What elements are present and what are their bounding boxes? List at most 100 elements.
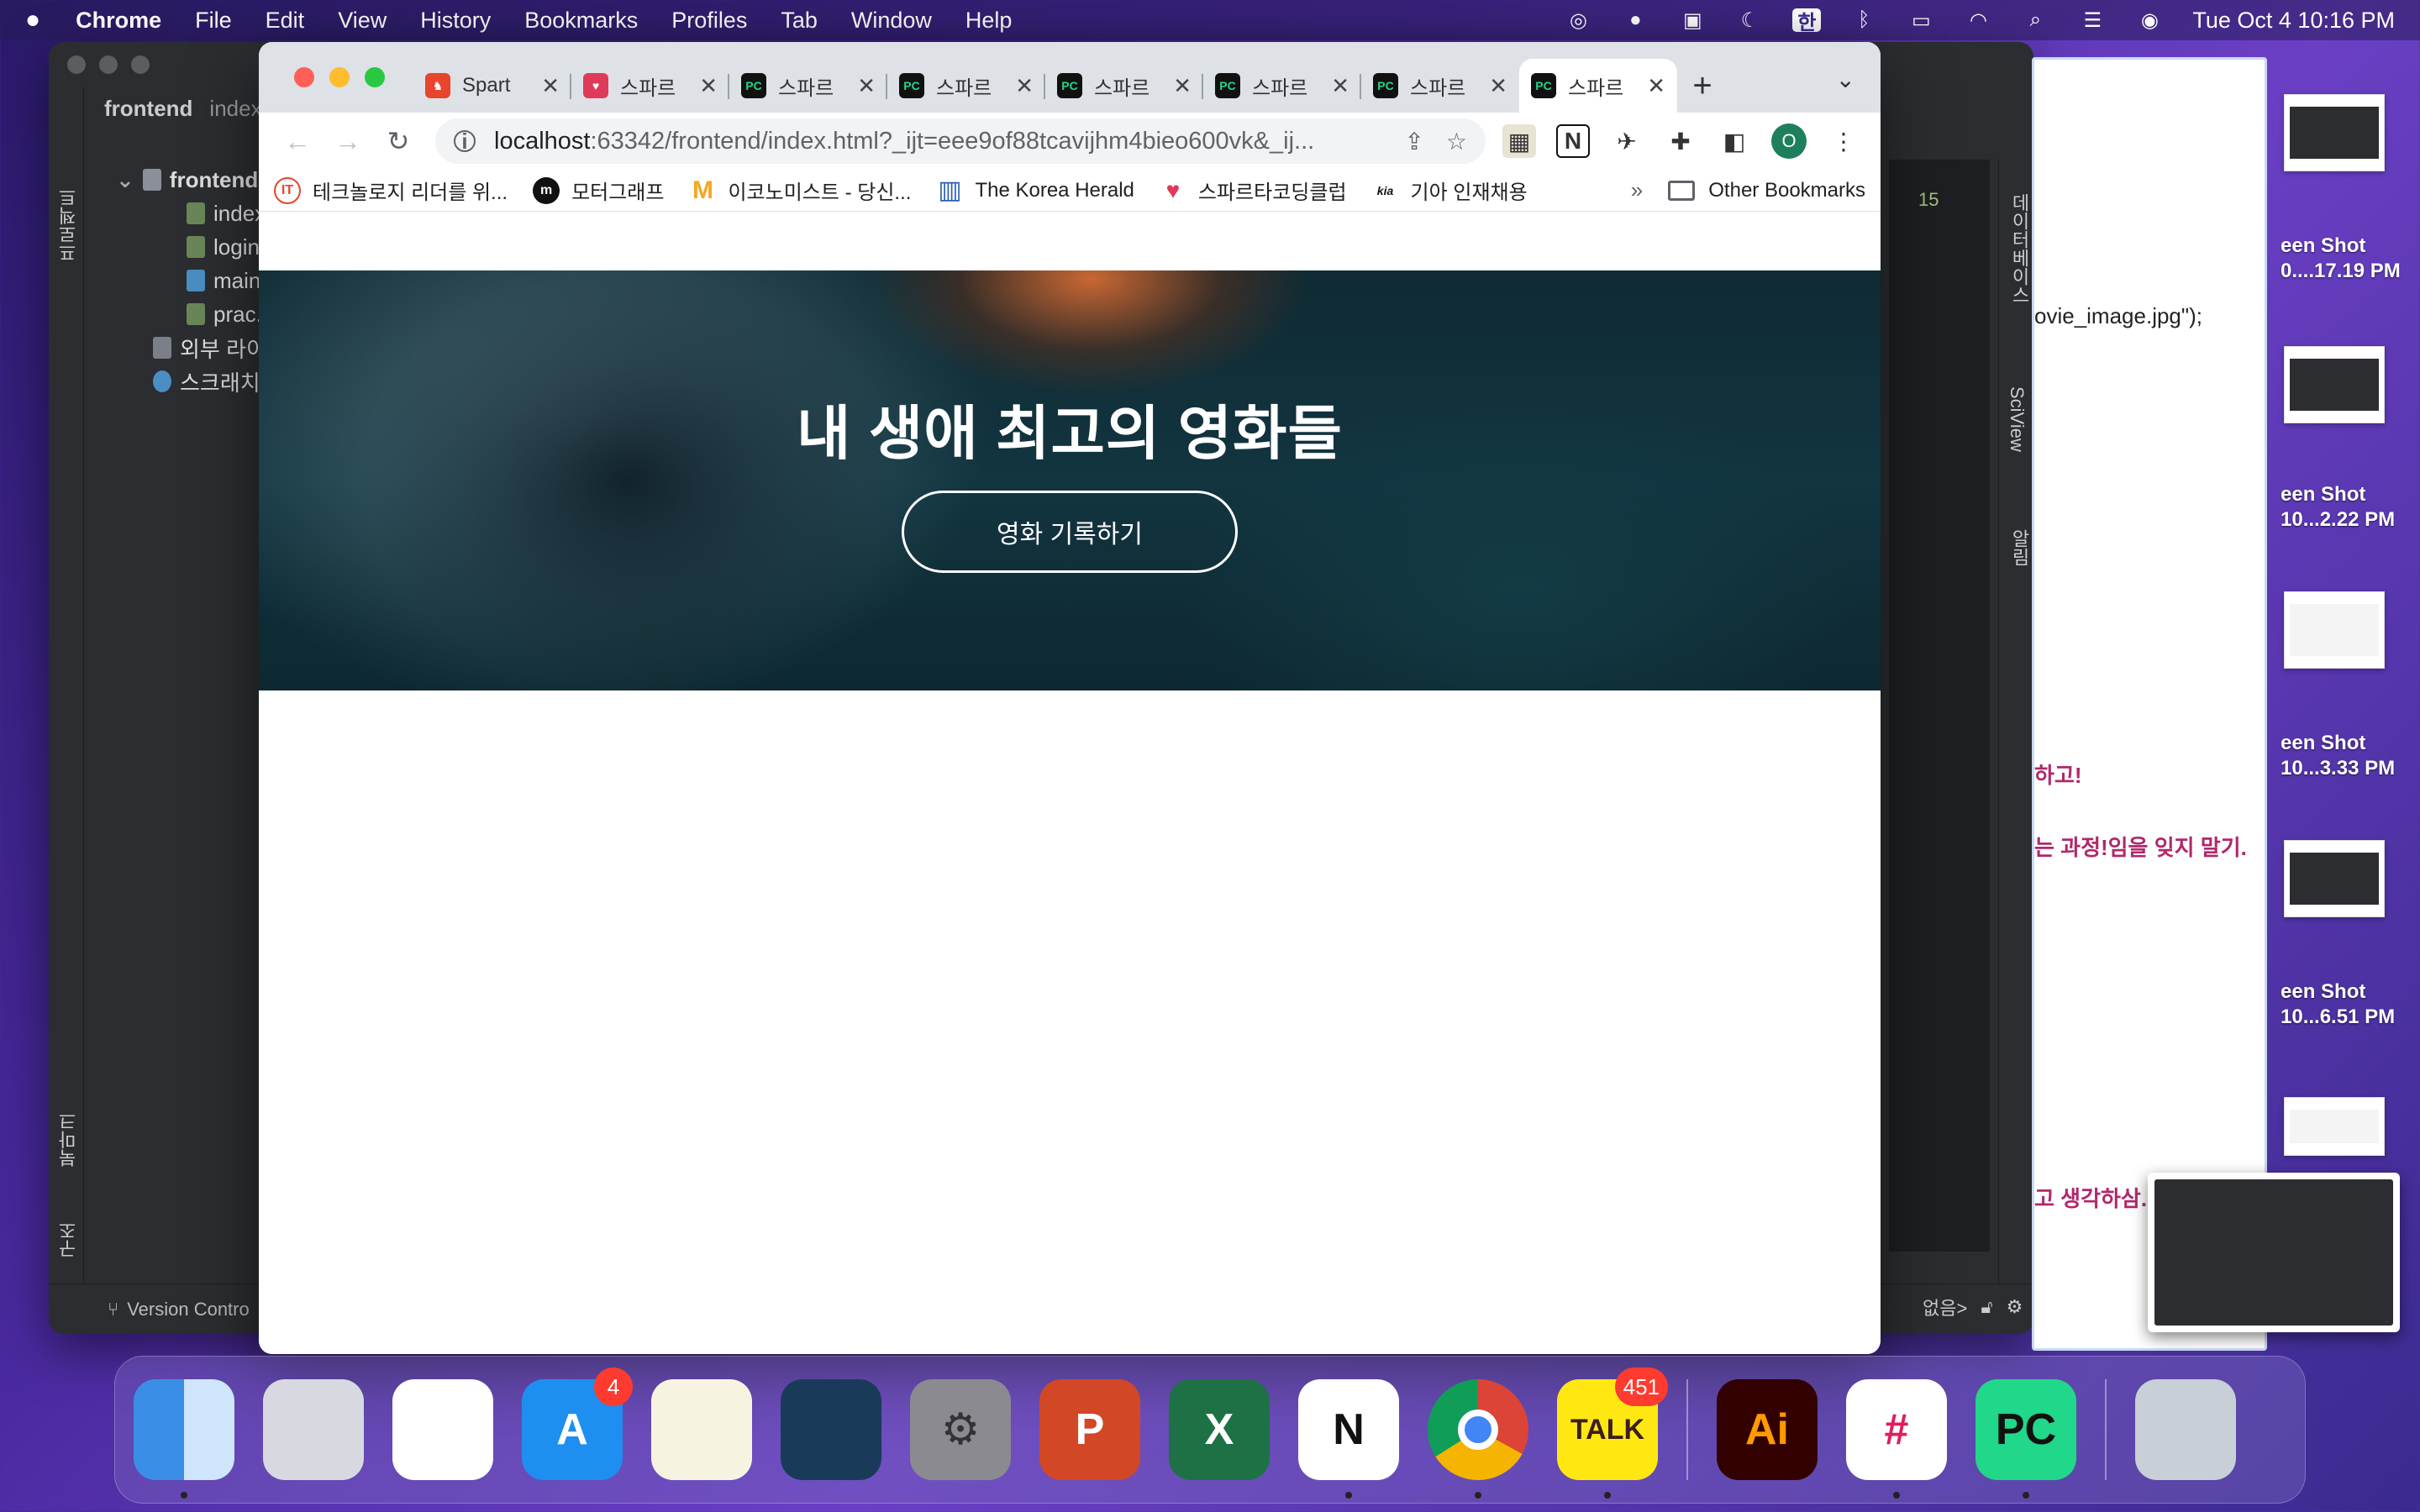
- browser-tab[interactable]: PC 스파르 ✕: [887, 59, 1045, 113]
- bookmark-item[interactable]: M 이코노미스트 - 당신...: [689, 176, 911, 205]
- menu-view[interactable]: View: [338, 8, 387, 34]
- ide-zoom-button[interactable]: [131, 55, 150, 74]
- dock-app-launchpad-icon[interactable]: [263, 1379, 364, 1480]
- minimize-window-button[interactable]: [329, 67, 350, 87]
- close-tab-icon[interactable]: ✕: [541, 73, 560, 99]
- close-tab-icon[interactable]: ✕: [1173, 73, 1192, 99]
- ide-close-button[interactable]: [67, 55, 86, 74]
- structure-tool-label[interactable]: 구조: [55, 1221, 82, 1258]
- wifi-icon[interactable]: ◠: [1964, 8, 1992, 32]
- dock-app-chrome-icon[interactable]: [1428, 1379, 1528, 1499]
- browser-tab[interactable]: ♥ 스파르 ✕: [571, 59, 729, 113]
- menu-profiles[interactable]: Profiles: [671, 8, 747, 34]
- menu-window[interactable]: Window: [851, 8, 932, 34]
- bookmark-item[interactable]: IT 테크놀로지 리더를 위...: [274, 176, 508, 205]
- bookmark-item[interactable]: ♥ 스파르타코딩클럽: [1160, 176, 1347, 205]
- browser-tab-active[interactable]: PC 스파르 ✕: [1519, 59, 1677, 113]
- close-tab-icon[interactable]: ✕: [699, 73, 718, 99]
- screenshot-file-thumbnail[interactable]: [2284, 1097, 2385, 1156]
- side-panel-icon[interactable]: ◧: [1718, 124, 1751, 158]
- reload-button[interactable]: ↻: [373, 119, 424, 163]
- database-tool-label[interactable]: 데이터베이스: [2006, 193, 2033, 304]
- close-tab-icon[interactable]: ✕: [857, 73, 876, 99]
- sciview-tool-label[interactable]: SciView: [2006, 386, 2028, 452]
- warning-count[interactable]: 15: [1918, 189, 1939, 211]
- dock-app-powerpoint-icon[interactable]: P: [1039, 1379, 1140, 1480]
- screenshot-file-thumbnail[interactable]: [2284, 591, 2385, 669]
- bookmark-star-icon[interactable]: ☆: [1446, 128, 1467, 155]
- close-tab-icon[interactable]: ✕: [1015, 73, 1034, 99]
- bookmark-item[interactable]: kia 기아 인재채용: [1372, 176, 1528, 205]
- ide-minimize-button[interactable]: [99, 55, 118, 74]
- browser-tab[interactable]: PC 스파르 ✕: [1045, 59, 1203, 113]
- browser-tab[interactable]: PC 스파르 ✕: [729, 59, 887, 113]
- screenshot-file-label[interactable]: een Shot 0....17.19 PM: [2281, 234, 2420, 284]
- extensions-puzzle-icon[interactable]: ✚: [1664, 124, 1697, 158]
- moon-icon[interactable]: ☾: [1735, 8, 1764, 32]
- send-extension-icon[interactable]: ✈: [1610, 124, 1644, 158]
- record-movie-button[interactable]: 영화 기록하기: [902, 491, 1238, 573]
- bookmark-item[interactable]: ▥ The Korea Herald: [936, 176, 1134, 204]
- browser-tab[interactable]: PC 스파르 ✕: [1361, 59, 1519, 113]
- forward-button[interactable]: →: [323, 119, 373, 163]
- chevron-down-icon[interactable]: ⌄: [116, 167, 134, 193]
- screenshot-preview-thumbnail[interactable]: [2148, 1173, 2400, 1332]
- tab-search-chevron-icon[interactable]: ⌄: [1836, 66, 1855, 93]
- more-bookmarks-chevron[interactable]: »: [1631, 177, 1643, 203]
- dock-app-app-store-icon[interactable]: A4: [522, 1368, 633, 1480]
- dock-app-whale-icon[interactable]: [781, 1379, 881, 1480]
- notion-extension-icon[interactable]: N: [1556, 124, 1590, 158]
- bookmarks-tool-label[interactable]: 북마크: [55, 1112, 82, 1168]
- menu-help[interactable]: Help: [965, 8, 1013, 34]
- bookmark-item[interactable]: m 모터그래프: [533, 176, 664, 205]
- input-method-icon[interactable]: 한: [1792, 8, 1822, 34]
- menu-bookmarks[interactable]: Bookmarks: [524, 8, 638, 34]
- dock-app-photos-icon[interactable]: [392, 1379, 493, 1480]
- menu-edit[interactable]: Edit: [266, 8, 305, 34]
- profile-avatar[interactable]: O: [1771, 123, 1807, 159]
- screenshot-file-thumbnail[interactable]: [2284, 346, 2385, 423]
- dock-app-pycharm-icon[interactable]: PC: [1975, 1379, 2076, 1499]
- dock-app-notes-icon[interactable]: [651, 1379, 752, 1480]
- siri-icon[interactable]: ◉: [2135, 8, 2164, 32]
- share-icon[interactable]: ⇪: [1404, 128, 1423, 155]
- editor-tab-title[interactable]: index: [209, 96, 261, 122]
- site-info-icon[interactable]: i: [454, 129, 476, 154]
- close-window-button[interactable]: [294, 67, 314, 87]
- browser-tab[interactable]: ♞ Spart ✕: [413, 59, 571, 113]
- new-tab-button[interactable]: +: [1677, 59, 1728, 113]
- notifications-tool-label[interactable]: 알림: [2006, 529, 2033, 566]
- creative-cloud-icon[interactable]: ◎: [1564, 8, 1592, 32]
- dock-app-slack-icon[interactable]: #: [1846, 1379, 1947, 1499]
- dock-app-excel-icon[interactable]: X: [1169, 1379, 1270, 1480]
- back-button[interactable]: ←: [272, 119, 323, 163]
- image-extension-icon[interactable]: ▦: [1502, 124, 1536, 158]
- version-control-tab[interactable]: Version Contro: [127, 1299, 250, 1320]
- inspector-icon[interactable]: ⚙: [2007, 1296, 2023, 1318]
- search-icon[interactable]: ⌕: [2021, 8, 2049, 32]
- screenshot-file-thumbnail[interactable]: [2284, 840, 2385, 917]
- dock-app-kakaotalk-icon[interactable]: TALK 451: [1557, 1368, 1668, 1499]
- zoom-window-button[interactable]: [365, 67, 385, 87]
- dock-app-finder-icon[interactable]: [134, 1379, 234, 1499]
- bluetooth-icon[interactable]: ᛒ: [1849, 8, 1878, 32]
- menu-history[interactable]: History: [420, 8, 491, 34]
- screenshot-file-label[interactable]: een Shot 10...6.51 PM: [2281, 979, 2420, 1030]
- menu-app-name[interactable]: Chrome: [76, 8, 161, 34]
- screenshot-file-label[interactable]: een Shot 10...3.33 PM: [2281, 731, 2420, 781]
- dock-app-illustrator-icon[interactable]: Ai: [1717, 1379, 1818, 1480]
- menu-clock[interactable]: Tue Oct 4 10:16 PM: [2192, 8, 2395, 34]
- interpreter-status[interactable]: 없음>: [1923, 1294, 1967, 1320]
- close-tab-icon[interactable]: ✕: [1489, 73, 1507, 99]
- project-tool-label[interactable]: 프로젝트: [55, 188, 82, 262]
- more-menu-icon[interactable]: ⋮: [1827, 124, 1860, 158]
- battery-icon[interactable]: ▭: [1907, 8, 1935, 32]
- close-tab-icon[interactable]: ✕: [1647, 73, 1665, 99]
- screen-mirroring-icon[interactable]: ▣: [1678, 8, 1707, 32]
- other-bookmarks-folder[interactable]: Other Bookmarks: [1668, 179, 1865, 202]
- screenshot-file-thumbnail[interactable]: [2284, 94, 2385, 171]
- dock-app-trash-icon[interactable]: [2135, 1379, 2236, 1480]
- menu-file[interactable]: File: [195, 8, 232, 34]
- address-bar[interactable]: i localhost :63342/frontend/index.html?_…: [435, 118, 1486, 164]
- lock-icon[interactable]: 🔓︎: [1981, 1296, 1992, 1318]
